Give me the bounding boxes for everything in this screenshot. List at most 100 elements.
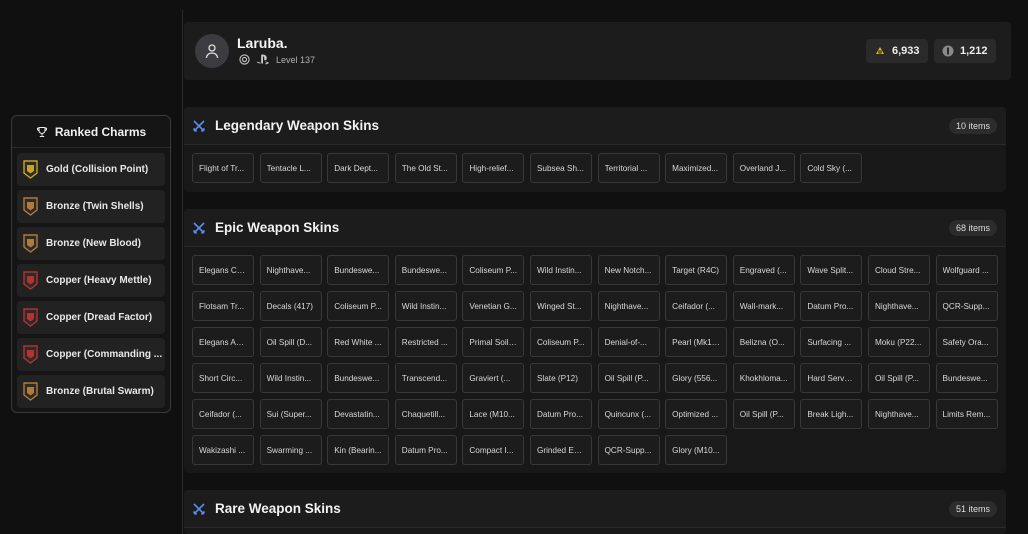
charm-item[interactable]: Copper (Dread Factor) — [17, 301, 165, 334]
charm-item[interactable]: Bronze (Twin Shells) — [17, 190, 165, 223]
weapon-skin-item[interactable]: Kin (Bearin... — [327, 435, 390, 465]
weapon-skin-item[interactable]: Lace (M10... — [462, 399, 525, 429]
weapon-skin-item[interactable]: Limits Rem... — [935, 399, 998, 429]
weapon-skin-item[interactable]: Compact I... — [462, 435, 525, 465]
weapon-skin-label: QCR-Supp... — [942, 301, 990, 311]
weapon-skin-item[interactable]: Dark Dept... — [327, 153, 390, 183]
weapon-skin-item[interactable]: Elegans Au... — [192, 327, 254, 357]
weapon-skin-item[interactable]: Wall-mark... — [732, 291, 795, 321]
weapon-skin-item[interactable]: Short Circ... — [192, 363, 254, 393]
weapon-skin-item[interactable]: Denial-of-... — [597, 327, 660, 357]
weapon-skin-label: Venetian G... — [469, 301, 517, 311]
weapon-skin-item[interactable]: Safety Ora... — [935, 327, 998, 357]
weapon-skin-item[interactable]: Sui (Super... — [259, 399, 322, 429]
weapon-skin-item[interactable]: Wild Instin... — [259, 363, 322, 393]
weapon-skin-item[interactable]: Coliseum P... — [327, 291, 390, 321]
weapon-skin-item[interactable]: QCR-Supp... — [935, 291, 998, 321]
weapon-skin-item[interactable]: Nighthave... — [597, 291, 660, 321]
weapon-skin-item[interactable]: Wild Instin... — [529, 255, 592, 285]
weapon-skin-item[interactable]: Bundeswe... — [935, 363, 998, 393]
charm-item[interactable]: Gold (Collision Point) — [17, 153, 165, 186]
charm-badge-icon — [23, 308, 38, 327]
weapon-skin-item[interactable]: Quincunx (... — [597, 399, 660, 429]
weapon-skin-item[interactable]: Slate (P12) — [529, 363, 592, 393]
weapon-skin-item[interactable]: Wakizashi ... — [192, 435, 254, 465]
weapon-skin-item[interactable]: Red White ... — [327, 327, 390, 357]
weapon-skin-item[interactable]: Belizna (O... — [732, 327, 795, 357]
weapon-skin-item[interactable]: Nighthave... — [867, 291, 930, 321]
weapon-skin-item[interactable]: Wild Instin... — [394, 291, 457, 321]
weapon-skin-label: Wild Instin... — [401, 301, 447, 311]
charm-item[interactable]: Bronze (Brutal Swarm) — [17, 375, 165, 408]
weapon-skin-item[interactable]: Restricted ... — [394, 327, 457, 357]
weapon-skin-item[interactable]: Datum Pro... — [529, 399, 592, 429]
weapon-skin-item[interactable]: Glory (556... — [665, 363, 728, 393]
weapon-skin-item[interactable]: Pearl (Mk1 ... — [665, 327, 728, 357]
weapon-skin-item[interactable]: Graviert (... — [462, 363, 525, 393]
weapon-skin-item[interactable]: Oil Spill (P... — [732, 399, 795, 429]
weapon-skin-label: Khokhloma... — [739, 373, 788, 383]
weapon-skin-item[interactable]: Oil Spill (P... — [867, 363, 930, 393]
weapon-skin-item[interactable]: Overland J... — [732, 153, 795, 183]
crossed-swords-icon — [192, 221, 206, 234]
weapon-skin-item[interactable]: Tentacle L... — [259, 153, 322, 183]
weapon-skin-item[interactable]: Datum Pro... — [800, 291, 863, 321]
weapon-skin-item[interactable]: Optimized ... — [665, 399, 728, 429]
avatar[interactable] — [195, 34, 229, 68]
charm-item[interactable]: Copper (Heavy Mettle) — [17, 264, 165, 297]
weapon-skin-label: Optimized ... — [672, 409, 719, 419]
weapon-skin-item[interactable]: Nighthave... — [259, 255, 322, 285]
weapon-skin-item[interactable]: Territorial ... — [597, 153, 660, 183]
weapon-skin-item[interactable]: Target (R4C) — [665, 255, 728, 285]
weapon-skin-item[interactable]: Khokhloma... — [732, 363, 795, 393]
weapon-skin-item[interactable]: Coliseum P... — [529, 327, 592, 357]
weapon-skin-item[interactable]: Break Ligh... — [800, 399, 863, 429]
weapon-skin-item[interactable]: Flight of Tr... — [192, 153, 254, 183]
weapon-skin-item[interactable]: Nighthave... — [867, 399, 930, 429]
weapon-skin-item[interactable]: Elegans Ca... — [192, 255, 254, 285]
weapon-skin-label: Transcend... — [401, 373, 447, 383]
weapon-skin-item[interactable]: QCR-Supp... — [597, 435, 660, 465]
weapon-skin-item[interactable]: Swarming ... — [259, 435, 322, 465]
weapon-skin-label: Belizna (O... — [739, 337, 785, 347]
weapon-skin-item[interactable]: New Notch... — [597, 255, 660, 285]
weapon-skin-item[interactable]: Devastatin... — [327, 399, 390, 429]
weapon-skin-item[interactable]: Cold Sky (... — [800, 153, 863, 183]
weapon-skin-item[interactable]: The Old St... — [394, 153, 457, 183]
weapon-skin-item[interactable]: Primal Soil ... — [462, 327, 525, 357]
weapon-skin-item[interactable]: High-relief... — [462, 153, 525, 183]
weapon-skin-item[interactable]: Venetian G... — [462, 291, 525, 321]
weapon-skin-item[interactable]: Grinded Ed... — [529, 435, 592, 465]
weapon-skin-item[interactable]: Bundeswe... — [327, 363, 390, 393]
weapon-skin-item[interactable]: Glory (M10... — [665, 435, 728, 465]
weapon-skin-item[interactable]: Hard Serve... — [800, 363, 863, 393]
weapon-skin-label: Sui (Super... — [266, 409, 312, 419]
charm-item[interactable]: Bronze (New Blood) — [17, 227, 165, 260]
weapon-skin-item[interactable]: Cloud Stre... — [867, 255, 930, 285]
section-count-badge: 10 items — [948, 118, 997, 134]
weapon-skin-item[interactable]: Decals (417) — [259, 291, 322, 321]
weapon-skin-item[interactable]: Oil Spill (D... — [259, 327, 322, 357]
weapon-skin-item[interactable]: Flotsam Tr... — [192, 291, 254, 321]
weapon-skin-item[interactable]: Ceifador (... — [192, 399, 254, 429]
weapon-skin-item[interactable]: Wave Split... — [800, 255, 863, 285]
weapon-skin-item[interactable]: Maximized... — [665, 153, 728, 183]
weapon-skin-label: Engraved (... — [739, 265, 787, 275]
weapon-skin-item[interactable]: Oil Spill (P... — [597, 363, 660, 393]
weapon-skin-item[interactable]: Coliseum P... — [462, 255, 525, 285]
weapon-skin-item[interactable]: Wolfguard ... — [935, 255, 998, 285]
weapon-skin-item[interactable]: Chaquetill... — [394, 399, 457, 429]
weapon-skin-item[interactable]: Engraved (... — [732, 255, 795, 285]
weapon-skin-item[interactable]: Bundeswe... — [394, 255, 457, 285]
charm-item[interactable]: Copper (Commanding ... — [17, 338, 165, 371]
weapon-skin-item[interactable]: Surfacing ... — [800, 327, 863, 357]
weapon-skin-label: Oil Spill (P... — [604, 373, 649, 383]
weapon-skin-item[interactable]: Winged St... — [529, 291, 592, 321]
weapon-skin-item[interactable]: Transcend... — [394, 363, 457, 393]
weapon-skin-item[interactable]: Bundeswe... — [327, 255, 390, 285]
weapon-skin-item[interactable]: Datum Pro... — [394, 435, 457, 465]
weapon-skin-item[interactable]: Subsea Sh... — [529, 153, 592, 183]
weapon-skin-label: Bundeswe... — [401, 265, 447, 275]
weapon-skin-item[interactable]: Ceifador (... — [665, 291, 728, 321]
weapon-skin-item[interactable]: Moku (P22... — [867, 327, 930, 357]
